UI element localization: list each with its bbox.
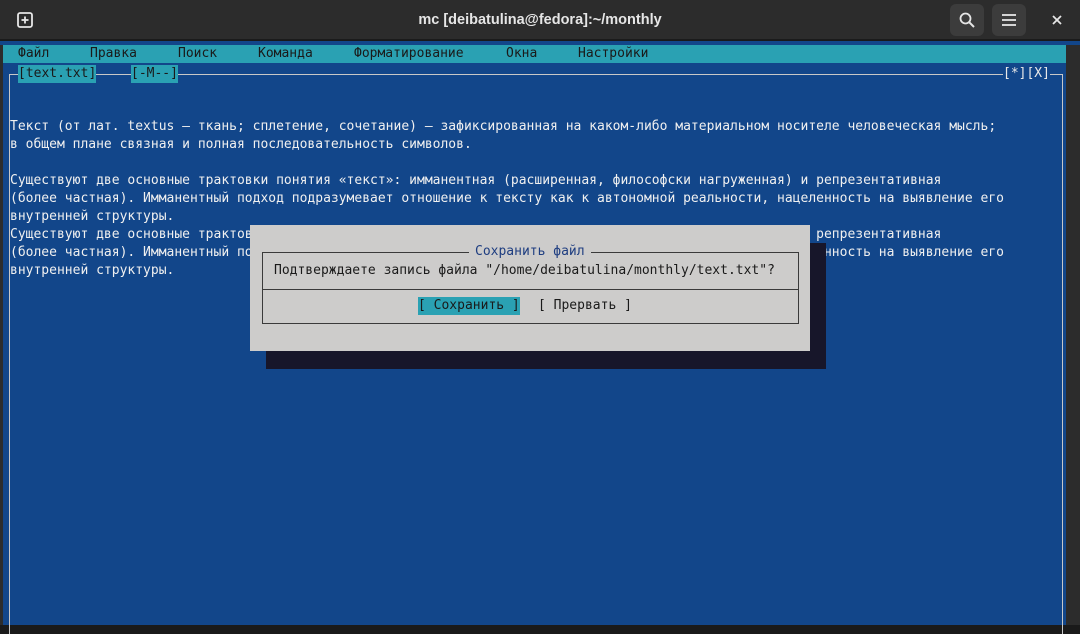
menu-command[interactable]: Команда bbox=[258, 45, 313, 63]
terminal-edge-left bbox=[0, 45, 3, 625]
mc-menubar: Файл Правка Поиск Команда Форматирование… bbox=[3, 45, 1066, 63]
hamburger-menu-icon bbox=[1002, 14, 1016, 26]
menu-edit[interactable]: Правка bbox=[90, 45, 137, 63]
save-button[interactable]: [ Сохранить ] bbox=[418, 297, 520, 315]
text-line: внутренней структуры. bbox=[10, 263, 175, 278]
dialog-divider bbox=[263, 289, 798, 290]
dialog-title: Сохранить файл bbox=[469, 244, 591, 260]
save-file-dialog: Сохранить файл Подтверждаете запись файл… bbox=[250, 225, 810, 351]
text-line: Существуют две основные трактовки поняти… bbox=[10, 173, 942, 188]
filename-tag: [text.txt] bbox=[18, 65, 97, 83]
modified-indicator: [-M--] bbox=[131, 65, 178, 83]
editor-window-controls[interactable]: [*][X] bbox=[1003, 65, 1050, 83]
text-line: Текст (от лат. textus — ткань; сплетение… bbox=[10, 119, 997, 134]
close-icon bbox=[1052, 15, 1062, 25]
text-line: внутренней структуры. bbox=[10, 209, 175, 224]
window-title: mc [deibatulina@fedora]:~/monthly bbox=[418, 12, 662, 28]
menu-options[interactable]: Настройки bbox=[578, 45, 648, 63]
main-menu-button[interactable] bbox=[992, 4, 1026, 36]
window-titlebar: mc [deibatulina@fedora]:~/monthly bbox=[0, 0, 1080, 40]
menu-file[interactable]: Файл bbox=[18, 45, 49, 63]
text-line: в общем плане связная и полная последова… bbox=[10, 137, 472, 152]
text-line: (более частная). Имманентный подход подр… bbox=[10, 191, 1004, 206]
abort-button[interactable]: [ Прервать ] bbox=[538, 297, 632, 315]
search-icon bbox=[959, 12, 975, 28]
terminal-scrollbar[interactable] bbox=[1066, 45, 1080, 625]
close-window-button[interactable] bbox=[1040, 4, 1074, 36]
search-button[interactable] bbox=[950, 4, 984, 36]
menu-search[interactable]: Поиск bbox=[178, 45, 217, 63]
menu-windows[interactable]: Окна bbox=[506, 45, 537, 63]
dialog-message: Подтверждаете запись файла "/home/deibat… bbox=[274, 263, 775, 278]
menu-format[interactable]: Форматирование bbox=[354, 45, 464, 63]
